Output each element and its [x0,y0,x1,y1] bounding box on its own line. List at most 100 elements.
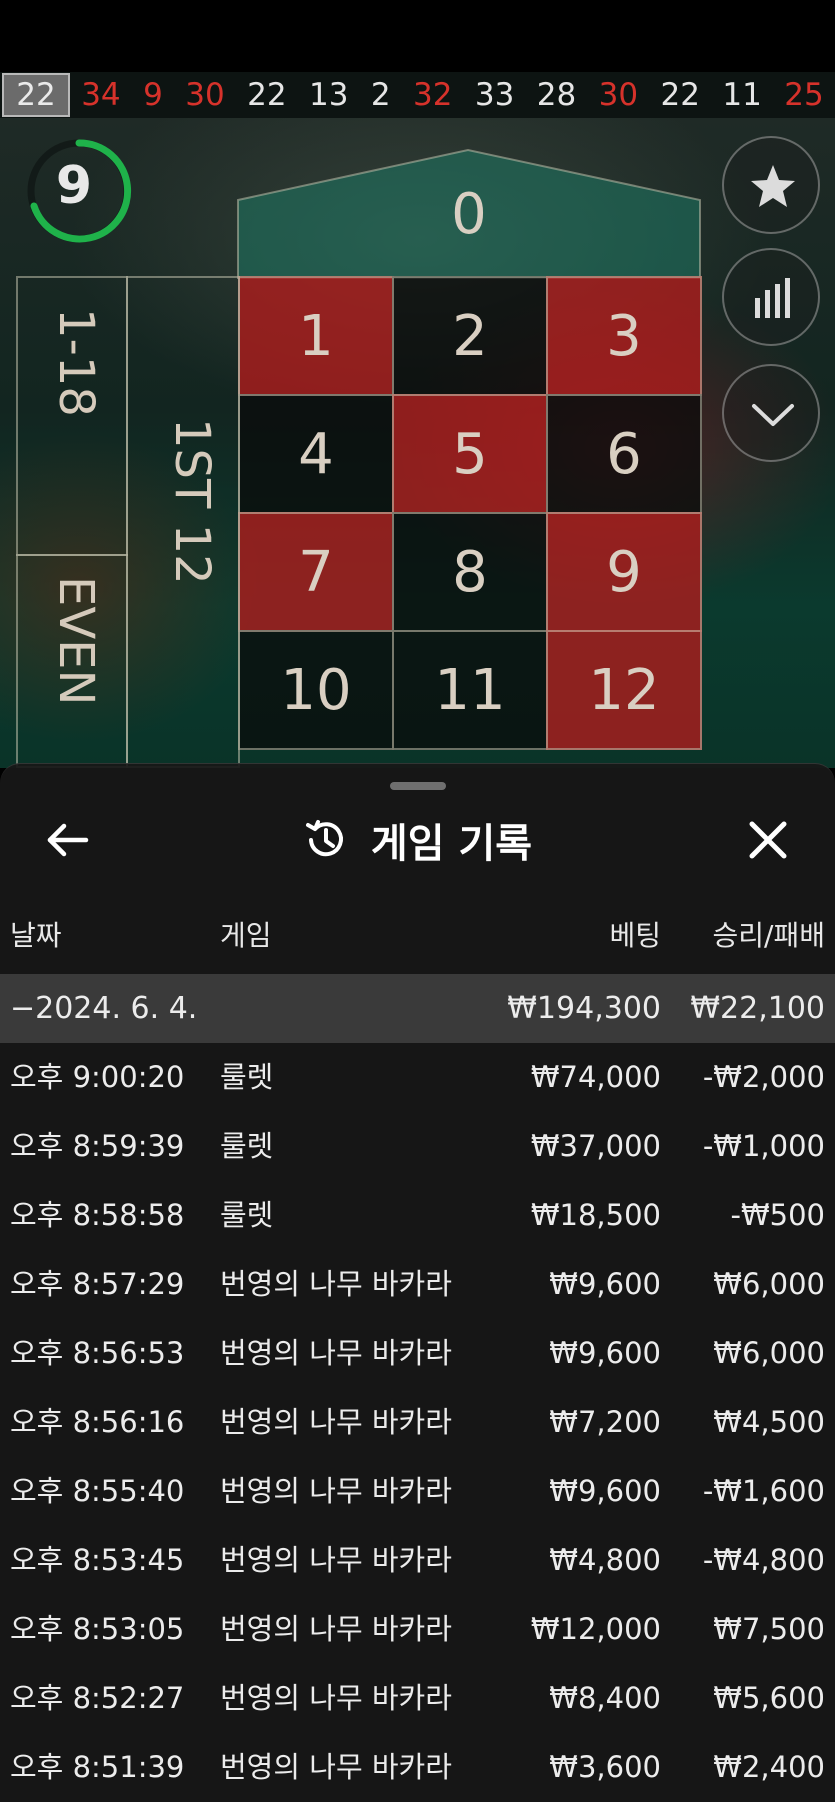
history-number: 30 [598,77,639,113]
history-number: 22 [247,77,287,113]
bet-spot-number[interactable]: 7 [238,512,394,632]
row-time: 오후 8:56:53 [10,1336,185,1370]
history-row[interactable]: 오후 8:57:29 번영의 나무 바카라 ₩9,600 ₩6,000 [0,1250,835,1319]
bet-spot-number[interactable]: 4 [238,394,394,514]
history-row[interactable]: 오후 8:58:58 룰렛 ₩18,500 -₩500 [0,1181,835,1250]
row-win-loss: -₩2,000 [702,1060,825,1094]
row-win-loss: ₩6,000 [713,1336,825,1370]
row-win-loss: -₩500 [730,1198,826,1232]
history-number: 11 [722,77,762,113]
bet-spot-number[interactable]: 10 [238,630,394,750]
column-header-win-loss: 승리/패배 [712,919,825,952]
bet-spot-number[interactable]: 2 [392,276,548,396]
row-time: 오후 8:51:39 [10,1750,185,1784]
row-time: 오후 8:53:45 [10,1543,185,1577]
collapse-button[interactable] [722,364,820,462]
bet-spot-number[interactable]: 3 [546,276,702,396]
history-number: 34 [81,77,121,113]
bet-spot-low-label: 1-18 [48,308,104,417]
row-bet: ₩4,800 [549,1543,661,1577]
history-row[interactable]: 오후 8:56:16 번영의 나무 바카라 ₩7,200 ₩4,500 [0,1388,835,1457]
row-time: 오후 8:52:27 [10,1681,185,1715]
history-row[interactable]: 오후 8:53:05 번영의 나무 바카라 ₩12,000 ₩7,500 [0,1595,835,1664]
column-header-bet: 베팅 [609,919,661,952]
row-game: 룰렛 [220,1129,274,1163]
bet-spot-number[interactable]: 9 [546,512,702,632]
favorite-button[interactable] [722,136,820,234]
result-history-strip: 22 34 9 30 22 13 2 32 33 28 30 22 11 25 [0,72,835,118]
panel-header: 게임 기록 [0,810,835,870]
history-row[interactable]: 오후 8:53:45 번영의 나무 바카라 ₩4,800 -₩4,800 [0,1526,835,1595]
history-number: 2 [370,77,391,113]
history-icon [305,820,343,857]
history-number: 30 [185,77,225,113]
row-game: 번영의 나무 바카라 [220,1405,452,1439]
history-row[interactable]: 오후 8:56:53 번영의 나무 바카라 ₩9,600 ₩6,000 [0,1319,835,1388]
bet-spot-number[interactable]: 12 [546,630,702,750]
column-header-game: 게임 [220,919,272,952]
status-bar [0,0,835,72]
row-game: 번영의 나무 바카라 [220,1681,452,1715]
row-bet: ₩9,600 [549,1336,661,1370]
drag-handle[interactable] [390,782,446,790]
close-button[interactable] [742,814,794,866]
row-win-loss: -₩1,600 [702,1474,825,1508]
row-bet: ₩9,600 [549,1267,661,1301]
history-number-current: 22 [2,73,70,117]
bar-chart-icon [755,278,790,318]
bet-spot-zero[interactable]: 0 [238,150,700,278]
row-win-loss: -₩1,000 [702,1129,825,1163]
row-game: 룰렛 [220,1060,274,1094]
history-number: 22 [660,77,700,113]
bet-spot-number[interactable]: 6 [546,394,702,514]
row-win-loss: ₩6,000 [713,1267,825,1301]
row-game: 룰렛 [220,1198,274,1232]
date-group-date: −2024. 6. 4. [10,991,198,1026]
history-row[interactable]: 오후 8:51:39 번영의 나무 바카라 ₩3,600 ₩2,400 [0,1733,835,1802]
date-group-bet-total: ₩194,300 [507,991,661,1026]
history-row[interactable]: 오후 9:00:20 룰렛 ₩74,000 -₩2,000 [0,1043,835,1112]
chevron-down-icon [752,404,794,426]
history-number: 25 [784,77,824,113]
bet-spot-even[interactable]: EVEN [16,554,128,768]
bet-spot-number[interactable]: 5 [392,394,548,514]
history-number: 32 [413,77,453,113]
row-win-loss: ₩5,600 [713,1681,825,1715]
row-bet: ₩12,000 [530,1612,661,1646]
bet-spot-number[interactable]: 8 [392,512,548,632]
row-bet: ₩37,000 [530,1129,661,1163]
row-bet: ₩7,200 [549,1405,661,1439]
bet-spot-low[interactable]: 1-18 [16,276,128,556]
countdown-timer-value: 9 [55,156,93,216]
history-row[interactable]: 오후 8:59:39 룰렛 ₩37,000 -₩1,000 [0,1112,835,1181]
row-bet: ₩8,400 [549,1681,661,1715]
row-game: 번영의 나무 바카라 [220,1336,452,1370]
date-group-win-loss-total: ₩22,100 [690,991,825,1026]
row-time: 오후 8:58:58 [10,1198,185,1232]
row-time: 오후 8:53:05 [10,1612,185,1646]
bet-spot-number[interactable]: 1 [238,276,394,396]
star-icon [751,165,795,207]
live-table-scene: 0 1 2 3 4 5 6 7 8 9 10 11 12 1-18 EVEN 1… [0,118,835,768]
history-number: 28 [536,77,577,113]
statistics-button[interactable] [722,248,820,346]
row-time: 오후 8:55:40 [10,1474,185,1508]
history-number: 33 [474,77,515,113]
row-game: 번영의 나무 바카라 [220,1612,452,1646]
row-win-loss: ₩7,500 [713,1612,825,1646]
row-time: 오후 8:56:16 [10,1405,185,1439]
history-row[interactable]: 오후 8:55:40 번영의 나무 바카라 ₩9,600 -₩1,600 [0,1457,835,1526]
row-win-loss: ₩2,400 [713,1750,825,1784]
panel-title: 게임 기록 [370,821,533,867]
bet-spot-number[interactable]: 11 [392,630,548,750]
bet-spot-even-label: EVEN [48,576,104,706]
bet-spot-dozen-1[interactable]: 1ST 12 [126,276,240,768]
date-group-row[interactable]: −2024. 6. 4. ₩194,300 ₩22,100 [0,974,835,1043]
close-icon [749,821,787,859]
history-number: 13 [308,77,349,113]
game-history-panel: 게임 기록 날짜 게임 베팅 승리/패배 −2024. 6. 4. ₩194,3… [0,763,835,1802]
row-win-loss: -₩4,800 [702,1543,825,1577]
history-row[interactable]: 오후 8:52:27 번영의 나무 바카라 ₩8,400 ₩5,600 [0,1664,835,1733]
bet-spot-dozen-1-label: 1ST 12 [164,418,220,585]
row-bet: ₩74,000 [530,1060,661,1094]
